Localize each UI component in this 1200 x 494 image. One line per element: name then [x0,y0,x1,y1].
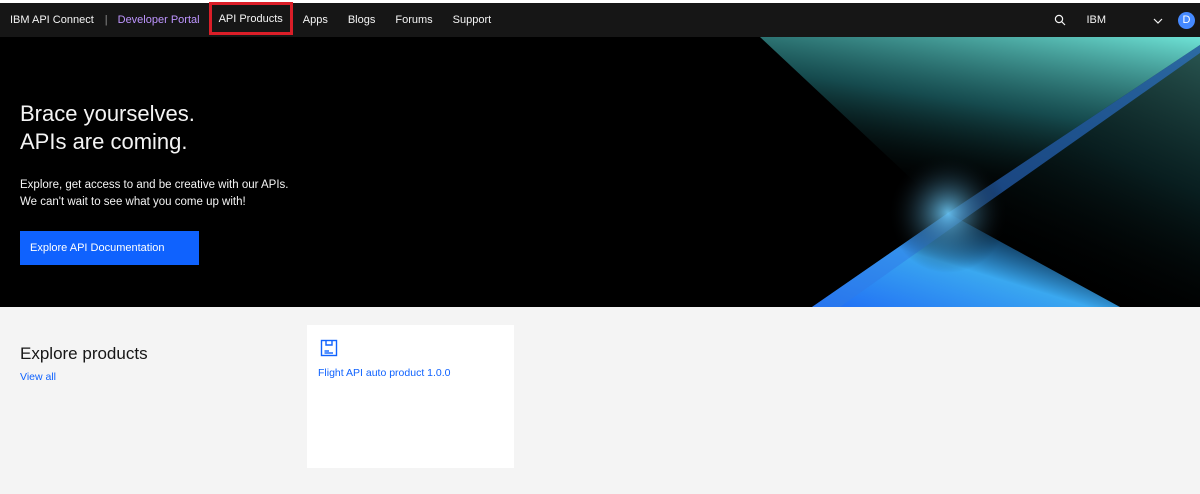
hero-subtitle-line-1: Explore, get access to and be creative w… [20,179,289,191]
product-name-link[interactable]: Flight API auto product 1.0.0 [318,367,451,379]
view-all-link[interactable]: View all [20,371,56,383]
search-icon[interactable] [1052,12,1068,28]
hero-title-line-2: APIs are coming. [20,129,188,154]
chevron-down-icon[interactable] [1152,14,1164,26]
topbar-actions: IBM D [1052,3,1200,37]
nav-item-api-products[interactable]: API Products [208,2,293,35]
explore-api-documentation-button[interactable]: Explore API Documentation [20,231,199,265]
hero-banner: Brace yourselves. APIs are coming. Explo… [0,37,1200,307]
hero-title-line-1: Brace yourselves. [20,101,195,126]
org-switcher-label[interactable]: IBM [1086,14,1106,26]
nav-item-forums[interactable]: Forums [385,14,442,26]
hero-subtitle-line-2: We can't wait to see what you come up wi… [20,196,246,208]
user-avatar[interactable]: D [1178,11,1195,29]
hero-gradient-art [760,37,1200,307]
product-card[interactable]: Flight API auto product 1.0.0 [307,325,514,468]
brand-separator: | [104,14,108,26]
main-nav: API Products Apps Blogs Forums Support [208,2,502,35]
portal-name[interactable]: Developer Portal [118,14,200,26]
hero-subtitle: Explore, get access to and be creative w… [20,177,288,211]
section-title: Explore products [20,344,148,363]
explore-products-section: Explore products View all Flight API aut… [0,307,1200,494]
product-box-icon [320,339,338,357]
brand-name[interactable]: IBM API Connect [10,14,94,26]
nav-item-support[interactable]: Support [443,14,502,26]
top-navigation-bar: IBM API Connect | Developer Portal API P… [0,0,1200,37]
hero-title: Brace yourselves. APIs are coming. [20,100,195,156]
nav-item-apps[interactable]: Apps [293,14,338,26]
nav-item-blogs[interactable]: Blogs [338,14,386,26]
